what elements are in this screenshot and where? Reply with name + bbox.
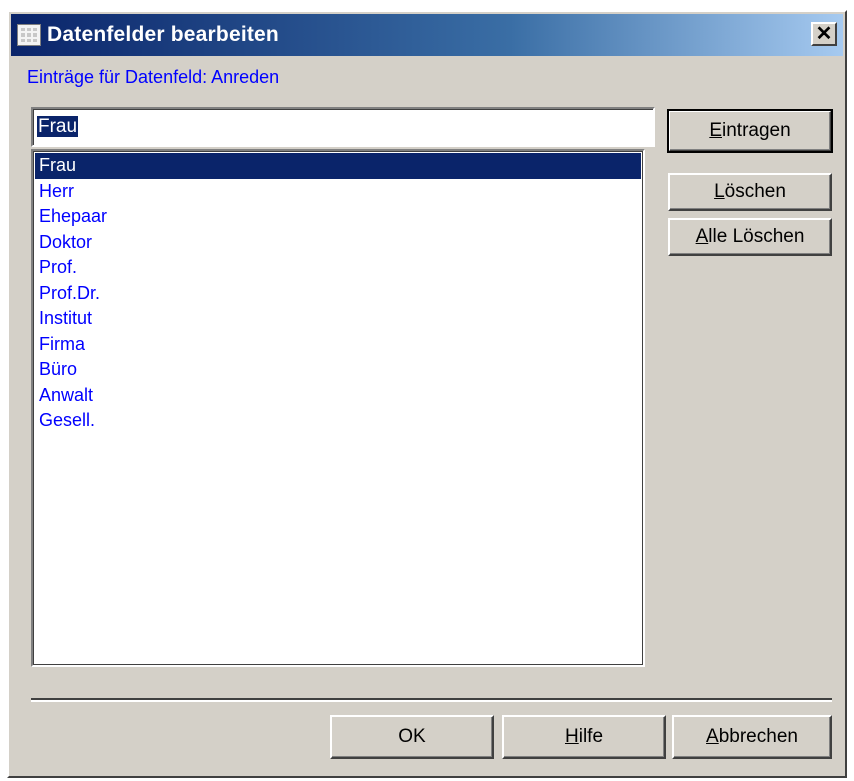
entry-input-value: Frau	[37, 116, 79, 137]
list-item[interactable]: Prof.	[35, 255, 641, 281]
list-item[interactable]: Firma	[35, 332, 641, 358]
hilfe-button-label: Hilfe	[565, 726, 603, 748]
hilfe-mnemonic: H	[564, 726, 579, 747]
close-icon: ✕	[815, 23, 833, 45]
list-item[interactable]: Prof.Dr.	[35, 281, 641, 307]
alle-loeschen-button[interactable]: Alle Löschen	[668, 218, 832, 256]
eintragen-button[interactable]: Eintragen	[667, 109, 833, 153]
separator	[31, 698, 832, 702]
loeschen-button[interactable]: Löschen	[668, 173, 832, 211]
list-item[interactable]: Anwalt	[35, 383, 641, 409]
hilfe-button[interactable]: Hilfe	[502, 715, 666, 759]
entries-listbox[interactable]: Frau Herr Ehepaar Doktor Prof. Prof.Dr. Instit…	[31, 149, 645, 667]
list-item[interactable]: Gesell.	[35, 408, 641, 434]
ok-button[interactable]: OK	[330, 715, 494, 759]
loeschen-button-label: Löschen	[714, 181, 786, 203]
alle-loeschen-rest: lle Löschen	[708, 226, 805, 247]
eintragen-mnemonic: E	[709, 120, 722, 141]
ok-button-label: OK	[398, 726, 426, 747]
abbrechen-button-label: Abbrechen	[706, 726, 798, 748]
close-button[interactable]: ✕	[811, 22, 837, 46]
abbrechen-mnemonic: A	[706, 726, 719, 747]
alle-loeschen-button-label: Alle Löschen	[696, 226, 805, 248]
abbrechen-button[interactable]: Abbrechen	[672, 715, 832, 759]
eintragen-button-label: Eintragen	[709, 120, 790, 142]
list-item[interactable]: Doktor	[35, 230, 641, 256]
title-bar[interactable]: Datenfelder bearbeiten ✕	[11, 14, 843, 56]
hilfe-rest: ilfe	[578, 726, 604, 747]
loeschen-rest: öschen	[724, 181, 786, 202]
list-item[interactable]: Institut	[35, 306, 641, 332]
list-item[interactable]: Frau	[35, 153, 641, 179]
eintragen-rest: intragen	[722, 120, 791, 141]
alle-loeschen-mnemonic: A	[695, 226, 709, 247]
window-title: Datenfelder bearbeiten	[47, 23, 279, 46]
abbrechen-rest: bbrechen	[718, 726, 798, 747]
list-item[interactable]: Herr	[35, 179, 641, 205]
entry-input[interactable]: Frau	[31, 107, 655, 147]
table-icon	[17, 24, 41, 46]
field-label: Einträge für Datenfeld: Anreden	[27, 67, 280, 87]
list-item[interactable]: Ehepaar	[35, 204, 641, 230]
list-item[interactable]: Büro	[35, 357, 641, 383]
loeschen-mnemonic: L	[714, 181, 725, 202]
